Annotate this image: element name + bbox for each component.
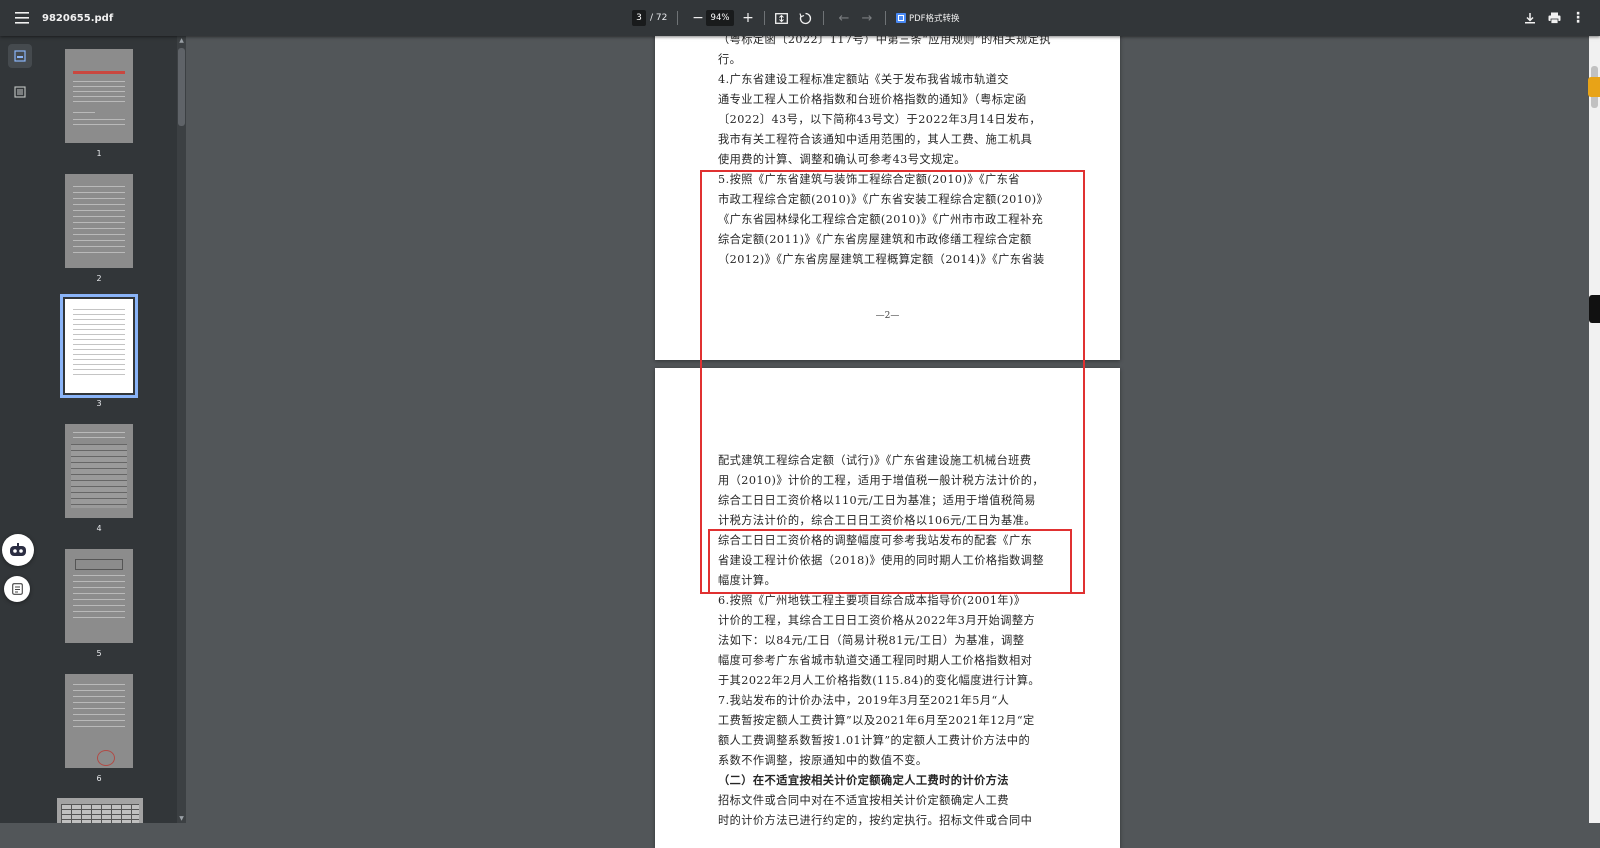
thumbnail-table-mark [71,444,127,508]
page-footer: —2— [875,311,900,321]
more-options-button[interactable]: ⋮ [1566,6,1590,30]
side-handle-tab[interactable] [1589,295,1600,323]
doc-line: 省建设工程计价依据（2018)》使用的同时期人工价格指数调整 [718,554,1045,567]
doc-line: 综合工日日工资价格的调整幅度可参考我站发布的配套《广东 [718,534,1033,547]
fit-to-page-button[interactable] [769,6,793,30]
left-rail [0,36,40,823]
download-button[interactable] [1518,6,1542,30]
doc-line: 计价的工程，其综合工日日工资价格从2022年3月开始调整方 [718,614,1036,627]
page-thumbnail[interactable] [57,798,143,823]
outline-view-button[interactable] [8,80,32,104]
main-scrollbar[interactable] [1589,36,1600,823]
doc-line: 5.按照《广东省建筑与装饰工程综合定额(2010)》《广东省 [718,173,1020,186]
sidebar-scroll-thumb[interactable] [178,48,185,126]
download-icon [1525,13,1535,24]
thumbnails-view-button[interactable] [8,44,32,68]
thumbnail-page-number: 6 [96,774,102,783]
rotate-icon [798,12,811,24]
menu-button[interactable] [10,6,34,30]
doc-line: 综合工日日工资价格以110元/工日为基准；适用于增值税简易 [718,494,1036,507]
doc-line: 额人工费调整系数暂按1.01计算”的定额人工费计价方法中的 [718,734,1031,747]
pdf-page: 配式建筑工程综合定额（试行)》《广东省建设施工机械台班费 用（2010)》计价的… [655,368,1120,848]
doc-line: 工费暂按定额人工费计算”以及2021年6月至2021年12月“定 [718,714,1035,727]
doc-line: 通专业工程人工价格指数和台班价格指数的通知》（粤标定函 [718,93,1027,106]
doc-line: 4.广东省建设工程标准定额站《关于发布我省城市轨道交 [718,73,1009,86]
doc-line: 系数不作调整，按原通知中的数值不变。 [718,754,928,767]
toolbar-divider [885,11,886,25]
thumbnail-page-number: 2 [96,274,102,283]
page-thumbnail-selected[interactable] [60,294,138,398]
pdf-toolbar: 9820655.pdf 3 / 72 − 94% + ← → PDF格式转换 ⋮ [0,0,1600,36]
doc-line: 幅度可参考广东省城市轨道交通工程同时期人工价格指数相对 [718,654,1033,667]
thumbnail-page-number: 1 [96,149,102,158]
thumbnail-icon [14,50,26,62]
doc-line: 计税方法计价的，综合工日日工资价格以106元/工日为基准。 [718,514,1036,527]
toolbar-divider [764,11,765,25]
doc-line: 行。 [718,53,742,66]
doc-line: 7.我站发布的计价办法中，2019年3月至2021年5月“人 [718,694,1010,707]
page-total: / 72 [650,13,668,23]
pdf-convert-label: PDF格式转换 [909,14,960,24]
fit-page-icon [774,12,788,24]
doc-line: 配式建筑工程综合定额（试行)》《广东省建设施工机械台班费 [718,454,1032,467]
doc-line: 我市有关工程符合该通知中适用范围的，其人工费、施工机具 [718,133,1033,146]
doc-line: 市政工程综合定额(2010)》《广东省安装工程综合定额(2010)》 [718,193,1049,206]
doc-line: 招标文件或合同中对在不适宜按相关计价定额确定人工费 [718,794,1009,807]
doc-line: 幅度计算。 [718,574,777,587]
doc-line: 6.按照《广州地铁工程主要项目综合成本指导价(2001年)》 [718,594,1026,607]
rotate-button[interactable] [793,6,817,30]
doc-line: 法如下：以84元/工日（简易计税81元/工日）为基准，调整 [718,634,1025,647]
side-plugin-tab[interactable] [1588,77,1600,97]
thumbnail-stamp-mark [97,750,115,766]
thumbnail-page-number: 4 [96,524,102,533]
hamburger-icon [15,12,29,24]
zoom-in-button[interactable]: + [736,6,760,30]
page-thumbnail[interactable] [65,49,133,143]
toolbar-divider [823,11,824,25]
document-note-icon [11,583,23,595]
page-thumbnail[interactable] [65,174,133,268]
file-title: 9820655.pdf [42,12,114,24]
pdf-page: （粤标定函〔2022〕117号）中第三条“应用规则”的相关规定执 行。 4.广东… [655,20,1120,360]
print-icon [1548,12,1560,24]
doc-line: 综合定额(2011)》《广东省房屋建筑和市政修缮工程综合定额 [718,233,1032,246]
note-tool-button[interactable] [4,576,30,602]
doc-line: 用（2010)》计价的工程，适用于增值税一般计税方法计价的， [718,474,1045,487]
scroll-up-arrow[interactable]: ▲ [177,36,186,45]
thumbnail-title-mark [73,71,125,74]
outline-icon [14,86,26,98]
forward-button[interactable]: → [855,6,879,30]
page-number-input[interactable]: 3 [632,10,646,26]
doc-line: 时的计价方法已进行约定的，按约定执行。招标文件或合同中 [718,814,1033,827]
page-thumbnail[interactable] [65,549,133,643]
doc-line-heading: （二）在不适宜按相关计价定额确定人工费时的计价方法 [718,773,1009,787]
convert-icon [896,13,906,23]
doc-line: 于其2022年2月人工价格指数(115.84)的变化幅度进行计算。 [718,674,1041,687]
doc-line: 使用费的计算、调整和确认可参考43号文规定。 [718,153,966,166]
thumbnail-table-mark [61,804,139,823]
thumbnail-box-mark [75,559,123,570]
toolbar-divider [677,11,678,25]
print-button[interactable] [1542,6,1566,30]
back-button[interactable]: ← [832,6,856,30]
thumbnail-sidebar: 1 2 3 4 5 6 [40,36,177,823]
doc-line: 〔2022〕43号，以下简称43号文）于2022年3月14日发布， [718,113,1041,126]
zoom-level-input[interactable]: 94% [706,10,734,26]
pdf-convert-button[interactable]: PDF格式转换 [896,8,960,28]
page-thumbnail[interactable] [65,424,133,518]
robot-icon [10,543,26,556]
page-thumbnail[interactable] [65,674,133,768]
thumbnail-page-number: 5 [96,649,102,658]
doc-line: 《广东省园林绿化工程综合定额(2010)》《广州市市政工程补充 [718,213,1044,226]
scroll-down-arrow[interactable]: ▼ [177,814,186,823]
assistant-bot-button[interactable] [2,534,34,566]
thumbnail-page-number: 3 [96,399,102,408]
sidebar-scrollbar[interactable]: ▲ ▼ [177,36,186,823]
doc-line: （2012)》《广东省房屋建筑工程概算定额（2014)》《广东省装 [718,253,1045,266]
